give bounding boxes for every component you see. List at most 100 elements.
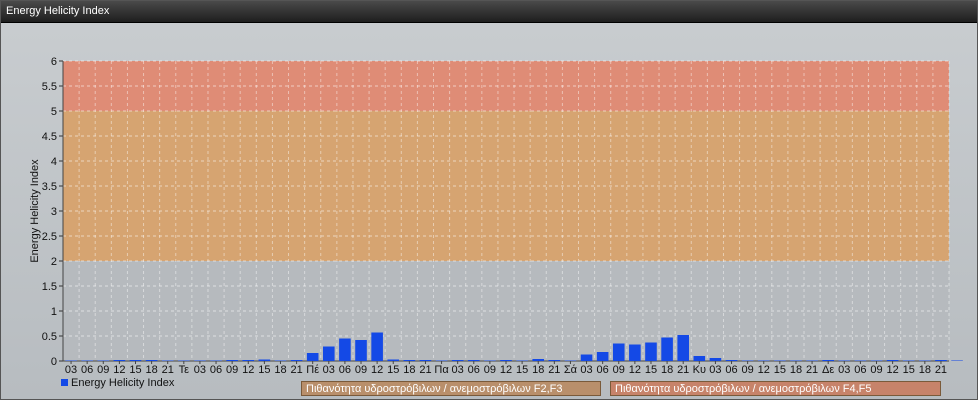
y-tick-label: 4.5 <box>42 131 57 143</box>
x-tick-label: 15 <box>516 364 528 376</box>
x-tick-label: 18 <box>145 364 157 376</box>
x-tick-label: 03 <box>580 364 592 376</box>
bar <box>97 360 110 361</box>
bar <box>902 360 915 361</box>
band-label-f4-f5: Πιθανότητα υδροστρόβιλων / ανεμοστρόβιλω… <box>610 381 941 396</box>
x-tick-label: 21 <box>677 364 689 376</box>
y-tick-label: 5 <box>51 106 57 118</box>
bar <box>741 360 754 361</box>
x-tick-label: 12 <box>500 364 512 376</box>
bar <box>178 360 190 361</box>
x-tick-label: 12 <box>371 364 383 376</box>
x-tick-label: 12 <box>242 364 254 376</box>
ehi-chart: 0 0.5 1 1.5 2 2.5 3 3.5 4 4.5 5 5.5 6 03 06 09 12 15 18 21 Τ… <box>29 56 963 389</box>
bar <box>226 360 238 361</box>
bar <box>258 359 271 361</box>
legend-swatch <box>61 379 68 386</box>
bar <box>629 344 641 361</box>
y-tick-label: 3 <box>51 206 57 218</box>
y-tick-label: 6 <box>51 56 57 68</box>
y-tick-label: 1 <box>51 306 57 318</box>
bar <box>113 360 126 361</box>
x-tick-label: 15 <box>645 364 657 376</box>
x-tick-label: 18 <box>532 364 544 376</box>
bar <box>886 360 899 361</box>
x-tick-label: 03 <box>709 364 721 376</box>
x-tick-label: 12 <box>113 364 125 376</box>
x-tick-label: Πα <box>434 364 449 376</box>
bar <box>693 356 706 361</box>
x-tick-label: 18 <box>661 364 673 376</box>
bar <box>564 360 577 361</box>
bar <box>661 337 673 361</box>
bar <box>323 346 335 361</box>
y-tick-label: 2 <box>51 256 57 268</box>
x-tick-label: 06 <box>597 364 609 376</box>
bar <box>870 360 883 361</box>
bar <box>935 360 947 361</box>
x-tick-label: 21 <box>548 364 560 376</box>
x-tick-label: 03 <box>452 364 464 376</box>
bar <box>129 360 142 361</box>
bar <box>339 338 351 361</box>
x-tick-label: 06 <box>81 364 93 376</box>
y-tick-label: 0 <box>51 356 57 368</box>
x-tick-label: 15 <box>129 364 141 376</box>
bar <box>274 360 287 361</box>
bar <box>645 342 657 361</box>
bar <box>757 360 770 361</box>
x-tick-label: 21 <box>806 364 818 376</box>
x-tick-label: 21 <box>162 364 174 376</box>
x-tick-label: 06 <box>725 364 737 376</box>
x-tick-label: 06 <box>854 364 866 376</box>
x-tick-label: 21 <box>935 364 947 376</box>
y-tick-label: 1.5 <box>42 281 57 293</box>
y-tick-label: 5.5 <box>42 81 57 93</box>
x-tick-label: 15 <box>387 364 399 376</box>
x-tick-label: 12 <box>758 364 770 376</box>
x-tick-label: 09 <box>484 364 496 376</box>
bar <box>435 360 448 361</box>
x-tick-label: 15 <box>903 364 915 376</box>
x-tick-label: Κυ <box>693 364 706 376</box>
y-tick-label: 3.5 <box>42 181 57 193</box>
x-tick-label: 03 <box>323 364 335 376</box>
bar <box>548 360 561 361</box>
x-tick-label: 09 <box>613 364 625 376</box>
x-tick-label: 15 <box>258 364 270 376</box>
x-tick-label: 09 <box>742 364 754 376</box>
bar <box>612 343 625 361</box>
bar <box>596 352 609 361</box>
bar <box>81 360 93 361</box>
bar <box>822 360 834 361</box>
x-tick-label: 18 <box>403 364 415 376</box>
bar <box>806 360 818 361</box>
x-tick-label: 21 <box>419 364 431 376</box>
bar <box>580 354 593 361</box>
bar <box>919 360 931 361</box>
x-tick-label: 09 <box>870 364 882 376</box>
bar <box>467 360 480 361</box>
band-label-f2-f3: Πιθανότητα υδροστρόβιλων / ανεμοστρόβιλω… <box>301 381 601 396</box>
x-tick-label: 12 <box>629 364 641 376</box>
bar <box>290 360 303 361</box>
bar <box>774 360 786 361</box>
bar <box>484 360 496 361</box>
x-tick-label: 06 <box>210 364 222 376</box>
legend-label: Energy Helicity Index <box>71 377 175 389</box>
bar <box>951 360 963 361</box>
bar <box>145 360 158 361</box>
x-tick-label: Πέ <box>306 364 319 376</box>
bar <box>709 358 722 361</box>
bar <box>854 360 867 361</box>
x-tick-label: Δε <box>822 364 834 376</box>
x-tick-label: 21 <box>290 364 302 376</box>
bar <box>194 360 206 361</box>
x-tick-label: Τε <box>179 364 190 376</box>
x-tick-label: 18 <box>919 364 931 376</box>
bar <box>210 360 222 361</box>
bar <box>532 359 545 361</box>
bar <box>65 360 77 361</box>
x-tick-label: 09 <box>97 364 109 376</box>
bar <box>306 353 319 361</box>
